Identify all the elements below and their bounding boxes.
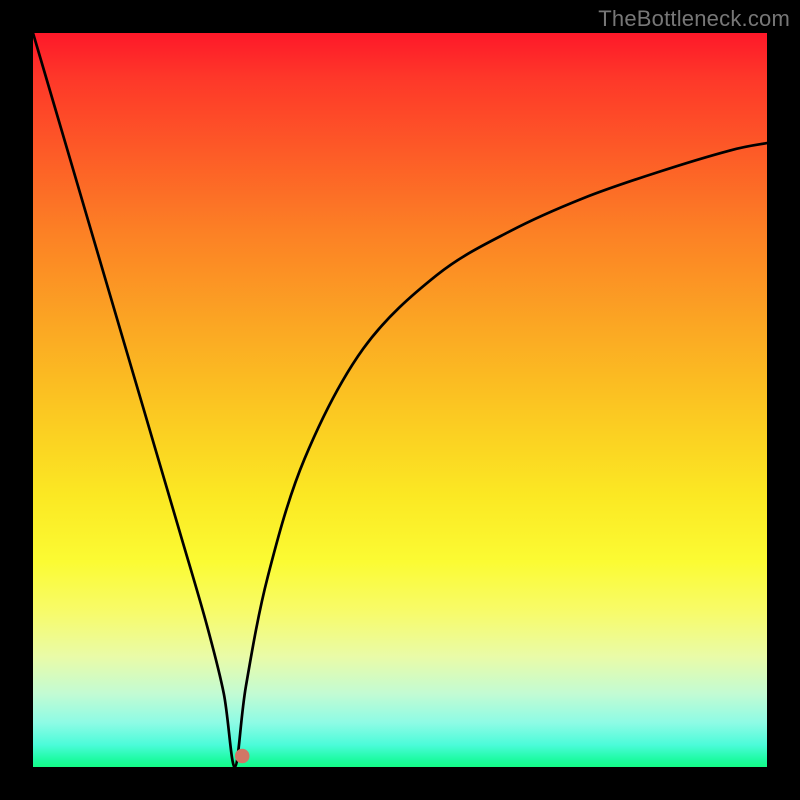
bottleneck-curve — [33, 33, 767, 767]
watermark-text: TheBottleneck.com — [598, 6, 790, 32]
chart-frame: TheBottleneck.com — [0, 0, 800, 800]
chart-svg — [33, 33, 767, 767]
dip-marker — [235, 749, 250, 764]
